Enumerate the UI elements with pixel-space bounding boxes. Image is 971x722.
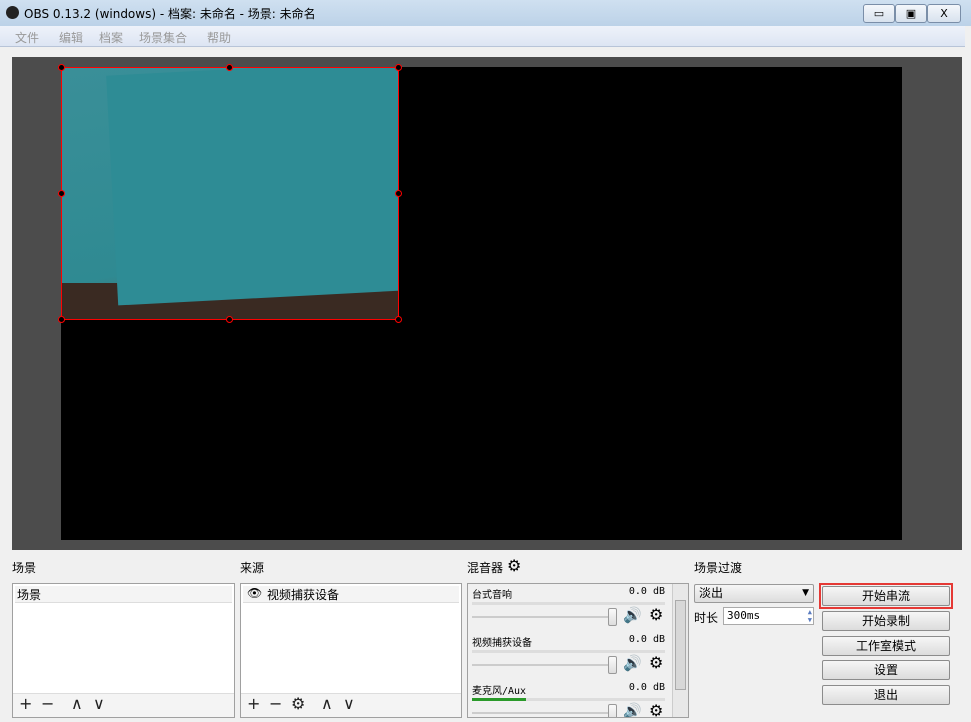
resize-handle[interactable] [58, 190, 65, 197]
volume-slider-thumb[interactable] [608, 608, 617, 626]
channel-name: 台式音响 [472, 590, 512, 601]
volume-slider-track[interactable] [472, 664, 612, 666]
transition-label: 场景过渡 [694, 561, 743, 575]
channel-level: 0.0 dB [628, 682, 665, 693]
window-title: OBS 0.13.2 (windows) - 档案: 未命名 - 场景: 未命名 [24, 7, 316, 21]
move-up-icon[interactable]: ∧ [321, 694, 333, 713]
start-streaming-button[interactable]: 开始串流 [822, 586, 950, 606]
volume-slider-thumb[interactable] [608, 656, 617, 674]
mixer-channel: 台式音响 0.0 dB 🔊 ⚙ [468, 586, 673, 634]
menu-help[interactable]: 帮助 [207, 29, 231, 46]
resize-handle[interactable] [395, 316, 402, 323]
remove-icon[interactable]: − [269, 694, 282, 713]
video-capture-source-preview[interactable] [61, 67, 399, 320]
mixer-gear-icon[interactable]: ⚙ [507, 556, 521, 575]
transition-select[interactable]: 淡出 ▼ [694, 584, 814, 603]
mixer-panel: 台式音响 0.0 dB 🔊 ⚙ 视频捕获设备 0.0 dB 🔊 ⚙ 麦克风/Au… [467, 583, 689, 718]
sources-list[interactable]: 👁 视频捕获设备 + − ⚙ ∧ ∨ [240, 583, 462, 718]
speaker-icon[interactable]: 🔊 [623, 654, 642, 672]
title-bar: OBS 0.13.2 (windows) - 档案: 未命名 - 场景: 未命名… [0, 0, 971, 26]
mixer-scrollbar[interactable] [672, 584, 688, 717]
menu-profile[interactable]: 档案 [99, 29, 123, 46]
volume-meter [472, 602, 665, 605]
move-down-icon[interactable]: ∨ [343, 694, 355, 713]
scenes-label: 场景 [12, 561, 37, 575]
move-up-icon[interactable]: ∧ [71, 694, 83, 713]
resize-handle[interactable] [226, 64, 233, 71]
resize-handle[interactable] [395, 64, 402, 71]
scenes-toolbar: + − ∧ ∨ [13, 693, 234, 717]
scenes-list[interactable]: 场景 + − ∧ ∨ [12, 583, 235, 718]
volume-meter [472, 650, 665, 653]
volume-slider-thumb[interactable] [608, 704, 617, 717]
obs-logo-icon [6, 6, 19, 19]
duration-label: 时长 [694, 611, 719, 625]
channel-name: 视频捕获设备 [472, 638, 532, 649]
move-down-icon[interactable]: ∨ [93, 694, 105, 713]
menu-file[interactable]: 文件 [15, 29, 39, 46]
settings-button[interactable]: 设置 [822, 660, 950, 680]
duration-spinbox[interactable]: 300ms ▲ ▼ [723, 607, 814, 625]
remove-icon[interactable]: − [41, 694, 54, 713]
chevron-down-icon: ▼ [802, 588, 809, 598]
scene-item[interactable]: 场景 [15, 586, 232, 603]
volume-meter [472, 698, 665, 701]
sources-label: 来源 [240, 561, 265, 575]
close-button[interactable]: X [927, 4, 961, 23]
speaker-icon[interactable]: 🔊 [623, 702, 642, 717]
teal-card [106, 68, 398, 306]
sources-toolbar: + − ⚙ ∧ ∨ [241, 693, 461, 717]
menu-scene-collection[interactable]: 场景集合 [139, 29, 187, 46]
source-name: 视频捕获设备 [267, 588, 340, 602]
duration-value: 300ms [727, 609, 761, 622]
start-recording-button[interactable]: 开始录制 [822, 611, 950, 631]
channel-name: 麦克风/Aux [472, 686, 527, 697]
channel-level: 0.0 dB [628, 586, 665, 597]
scrollbar-thumb[interactable] [675, 600, 686, 690]
resize-handle[interactable] [58, 316, 65, 323]
source-item[interactable]: 👁 视频捕获设备 [243, 586, 459, 603]
resize-handle[interactable] [58, 64, 65, 71]
maximize-button[interactable]: ▣ [895, 4, 927, 23]
add-icon[interactable]: + [247, 694, 260, 713]
exit-button[interactable]: 退出 [822, 685, 950, 705]
eye-icon[interactable]: 👁 [247, 586, 262, 600]
add-icon[interactable]: + [19, 694, 32, 713]
studio-mode-button[interactable]: 工作室模式 [822, 636, 950, 656]
gear-icon[interactable]: ⚙ [649, 653, 663, 672]
volume-slider-track[interactable] [472, 616, 612, 618]
menu-bar: 文件 编辑 档案 场景集合 帮助 [0, 26, 965, 47]
gear-icon[interactable]: ⚙ [649, 701, 663, 717]
volume-slider-track[interactable] [472, 712, 612, 714]
speaker-icon[interactable]: 🔊 [623, 606, 642, 624]
channel-level: 0.0 dB [628, 634, 665, 645]
resize-handle[interactable] [395, 190, 402, 197]
menu-edit[interactable]: 编辑 [59, 29, 83, 46]
mixer-channel: 麦克风/Aux 0.0 dB 🔊 ⚙ [468, 682, 673, 717]
mixer-channel: 视频捕获设备 0.0 dB 🔊 ⚙ [468, 634, 673, 682]
volume-meter-fill [472, 698, 527, 701]
minimize-button[interactable]: ▭ [863, 4, 895, 23]
resize-handle[interactable] [226, 316, 233, 323]
gear-icon[interactable]: ⚙ [649, 605, 663, 624]
gear-icon[interactable]: ⚙ [291, 694, 305, 713]
mixer-label: 混音器 [467, 561, 504, 575]
spin-arrows-icon[interactable]: ▲ ▼ [808, 608, 812, 624]
transition-value: 淡出 [699, 586, 724, 600]
